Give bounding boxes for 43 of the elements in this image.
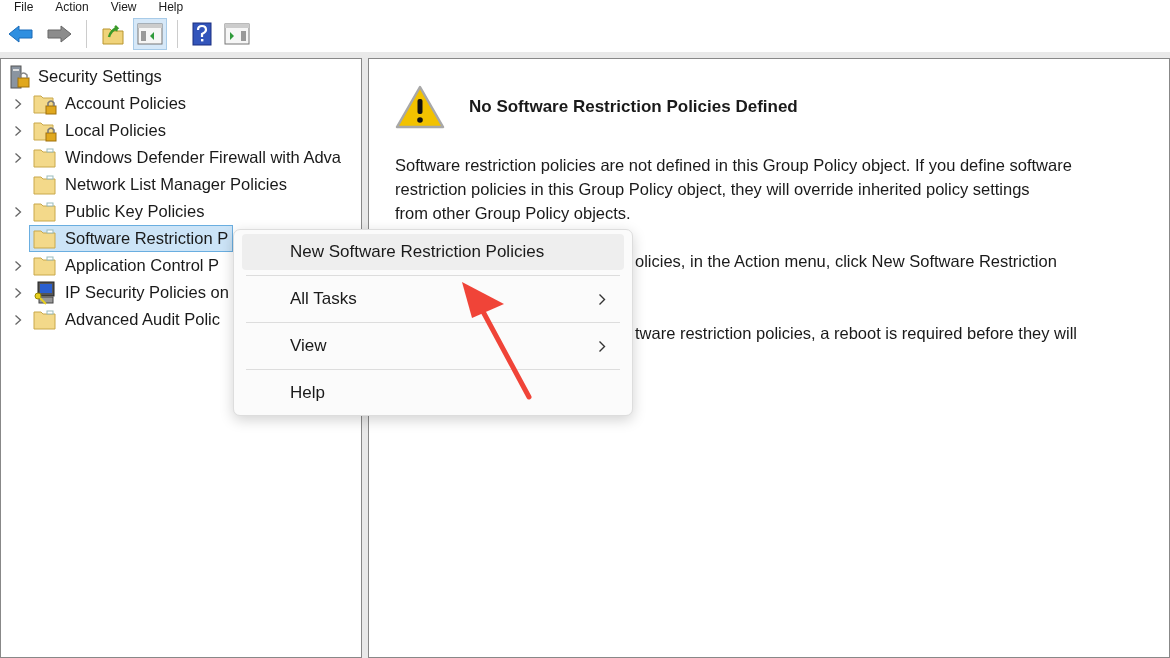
- chevron-right-icon: [598, 292, 606, 306]
- chevron-right-icon[interactable]: [14, 151, 22, 164]
- paragraph: Software restriction policies are not defined in this Group Policy object. If you define software restriction policies in this Group Policy object, they will override inherited policy settings from other Group Policy objects.: [395, 155, 1073, 224]
- folder-icon: [33, 146, 57, 169]
- folder-icon: [33, 254, 57, 277]
- tree-item[interactable]: Public Key Policies: [29, 198, 210, 225]
- tree-item[interactable]: Application Control P: [29, 252, 225, 279]
- folder-icon: [33, 308, 57, 331]
- tree-item[interactable]: Network List Manager Policies: [29, 171, 292, 198]
- tree-item[interactable]: IP Security Policies on: [29, 279, 234, 306]
- warning-icon: [395, 85, 445, 129]
- folder-icon: [33, 173, 57, 196]
- chevron-right-icon[interactable]: [14, 313, 22, 326]
- tree-item[interactable]: Security Settings: [38, 67, 162, 86]
- chevron-right-icon[interactable]: [14, 286, 22, 299]
- menu-item[interactable]: Help: [158, 0, 184, 16]
- tree-item[interactable]: Advanced Audit Polic: [29, 306, 226, 333]
- folder-icon: [33, 227, 57, 250]
- show-tree-button[interactable]: [133, 18, 167, 50]
- computer-key-icon: [33, 280, 57, 305]
- tree-item[interactable]: Software Restriction P: [29, 225, 234, 252]
- menu-item[interactable]: File: [14, 0, 34, 16]
- chevron-right-icon[interactable]: [14, 259, 22, 272]
- menu-item[interactable]: View: [242, 328, 624, 364]
- menu-item[interactable]: Action: [55, 0, 89, 16]
- tree-item[interactable]: Windows Defender Firewall with Adva: [29, 144, 347, 171]
- heading: No Software Restriction Policies Defined: [469, 97, 798, 117]
- chevron-right-icon[interactable]: [14, 97, 22, 110]
- folder-icon: [33, 200, 57, 223]
- server-lock-icon: [9, 64, 31, 89]
- chevron-right-icon[interactable]: [14, 124, 22, 137]
- menu-item[interactable]: View: [110, 0, 137, 16]
- locked-folder-icon: [33, 119, 57, 142]
- menu-item[interactable]: All Tasks: [242, 281, 624, 317]
- tree-item[interactable]: Local Policies: [29, 117, 171, 144]
- paragraph: olicies, in the Action menu, click New Software Restriction: [635, 251, 1057, 272]
- locked-folder-icon: [33, 92, 57, 115]
- paragraph: tware restriction policies, a reboot is required before they will: [635, 323, 1078, 344]
- menu-item[interactable]: New Software Restriction Policies: [242, 234, 624, 270]
- chevron-right-icon: [598, 339, 606, 353]
- chevron-right-icon[interactable]: [14, 205, 22, 218]
- tree-item[interactable]: Account Policies: [29, 90, 192, 117]
- menu-item[interactable]: Help: [242, 375, 624, 411]
